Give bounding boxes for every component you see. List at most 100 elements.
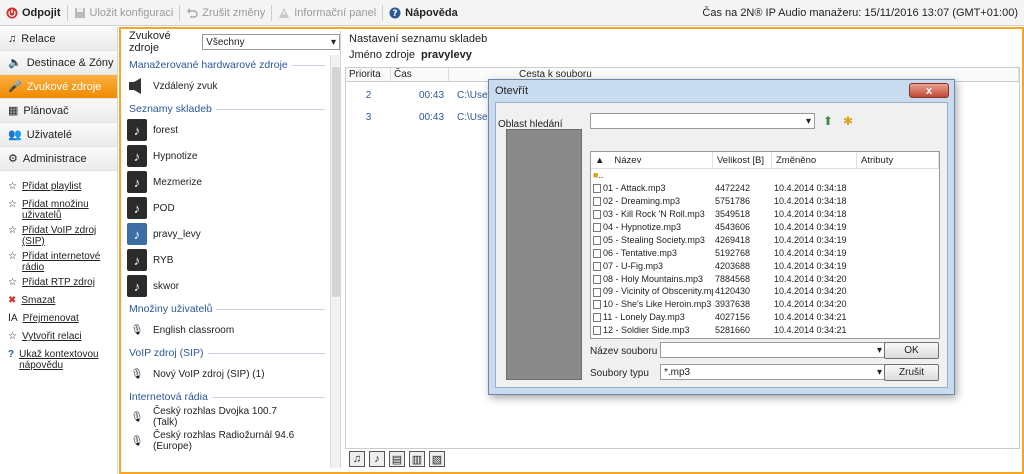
column-header[interactable]: Čas bbox=[391, 68, 449, 81]
new-folder-icon[interactable]: ✱ bbox=[843, 114, 853, 128]
file-row[interactable]: 09 - Vicinity of Obscenity.mp3 4120430 10.… bbox=[591, 285, 939, 298]
dialog-body: Oblast hledání ▾ ⬆ ✱ ▲ Název Velikost [B]… bbox=[495, 102, 948, 388]
file-row[interactable]: 01 - Attack.mp3 4472242 10.4.2014 0:34:18 bbox=[591, 182, 939, 195]
rename-link[interactable]: ⅠA Přejmenovat bbox=[0, 311, 117, 329]
look-in-select[interactable]: ▾ bbox=[590, 113, 815, 129]
file-row[interactable]: 07 - U-Fig.mp3 4203688 10.4.2014 0:34:19 bbox=[591, 259, 939, 272]
star-icon: ☆ bbox=[8, 199, 17, 210]
note-icon: ♪ bbox=[127, 119, 147, 141]
cancel-button[interactable]: Zrušit bbox=[884, 364, 939, 381]
context-help-link[interactable]: ? Ukaž kontextovou nápovědu bbox=[0, 347, 117, 373]
document-icon[interactable]: ▤ bbox=[389, 451, 405, 467]
radio-item[interactable]: 🎙 Český rozhlas Radiožurnál 94.6 (Europe) bbox=[123, 429, 331, 453]
save-config-button[interactable]: Uložit konfiguraci bbox=[68, 0, 180, 26]
file-size: 3937638 bbox=[715, 299, 751, 310]
source-name-value[interactable]: pravylevy bbox=[421, 49, 472, 61]
add-user-set-link[interactable]: ☆ Přidat množinu uživatelů bbox=[0, 197, 117, 223]
radio-item[interactable]: 🎙 Český rozhlas Dvojka 100.7 (Talk) bbox=[123, 405, 331, 429]
source-item[interactable]: Vzdálený zvuk bbox=[123, 73, 331, 99]
file-size: 3549518 bbox=[715, 209, 751, 220]
file-size: 4269418 bbox=[715, 234, 751, 245]
file-row[interactable]: 11 - Lonely Day.mp3 4027156 10.4.2014 0:34… bbox=[591, 311, 939, 324]
file-row[interactable]: 04 - Hypnotize.mp3 4543606 10.4.2014 0:34:… bbox=[591, 221, 939, 234]
warning-icon bbox=[279, 7, 290, 18]
file-name: 07 - U-Fig.mp3 bbox=[603, 260, 664, 271]
scrollbar-thumb[interactable] bbox=[332, 67, 340, 297]
voip-item[interactable]: 🎙 Nový VoIP zdroj (SIP) (1) bbox=[123, 361, 331, 387]
ok-button[interactable]: OK bbox=[884, 342, 939, 359]
file-row[interactable]: 05 - Stealing Society.mp3 4269418 10.4.201… bbox=[591, 233, 939, 246]
nav-item-scheduler[interactable]: ▦ Plánovač bbox=[0, 99, 117, 123]
add-rtp-source-link[interactable]: ☆ Přidat RTP zdroj bbox=[0, 275, 117, 293]
playlist-item-selected[interactable]: ♪ pravy_levy bbox=[123, 221, 331, 247]
playlist-item[interactable]: ♪ forest bbox=[123, 117, 331, 143]
delete-icon: ✖ bbox=[8, 295, 17, 306]
filetype-select[interactable]: *.mp3 ▾ bbox=[660, 364, 886, 380]
close-button[interactable]: x bbox=[909, 83, 949, 98]
file-size: 7884568 bbox=[715, 273, 751, 284]
document-icon[interactable]: ▥ bbox=[409, 451, 425, 467]
note-icon: ♫ bbox=[8, 32, 17, 45]
svg-text:?: ? bbox=[393, 9, 398, 19]
playlist-item[interactable]: ♪ POD bbox=[123, 195, 331, 221]
places-bar[interactable] bbox=[506, 129, 582, 380]
nav-item-users[interactable]: 👥 Uživatelé bbox=[0, 123, 117, 147]
file-name: 01 - Attack.mp3 bbox=[603, 183, 666, 194]
undo-changes-button[interactable]: Zrušit změny bbox=[180, 0, 271, 26]
add-track-icon[interactable]: ♫ bbox=[349, 451, 365, 467]
file-row[interactable]: 02 - Dreaming.mp3 5751786 10.4.2014 0:34:1… bbox=[591, 195, 939, 208]
file-row[interactable]: 10 - She's Like Heroin.mp3 3937638 10.4.20… bbox=[591, 298, 939, 311]
voip-label: Nový VoIP zdroj (SIP) (1) bbox=[153, 368, 265, 380]
action-label: Přidat internetové rádio bbox=[21, 251, 101, 273]
file-row[interactable]: 12 - Soldier Side.mp3 5281660 10.4.2014 0:… bbox=[591, 324, 939, 337]
add-internet-radio-link[interactable]: ☆ Přidat internetové rádio bbox=[0, 249, 117, 275]
info-panel-button[interactable]: Informační panel bbox=[272, 0, 382, 26]
action-label: Smazat bbox=[21, 295, 56, 306]
nav-item-sessions[interactable]: ♫ Relace bbox=[0, 27, 117, 51]
category-divider bbox=[207, 352, 325, 354]
create-session-link[interactable]: ☆ Vytvořit relaci bbox=[0, 329, 117, 347]
file-icon bbox=[593, 223, 601, 233]
sources-filter-select[interactable]: Všechny ▾ bbox=[202, 34, 340, 50]
nav-item-audio-sources[interactable]: 🎤 Zvukové zdroje bbox=[0, 75, 117, 99]
microphone-icon: 🎙 bbox=[130, 435, 144, 447]
sources-list: Manažerované hardwarové zdroje Vzdálený … bbox=[123, 55, 331, 468]
file-name-cell: 10 - She's Like Heroin.mp3 bbox=[591, 299, 713, 310]
user-set-item[interactable]: 🎙 English classroom bbox=[123, 317, 331, 343]
calendar-icon: ▦ bbox=[8, 105, 19, 117]
add-voip-source-link[interactable]: ☆ Přidat VoIP zdroj (SIP) bbox=[0, 223, 117, 249]
nav-item-administration[interactable]: ⚙ Administrace bbox=[0, 147, 117, 171]
file-row[interactable]: 06 - Tentative.mp3 5192768 10.4.2014 0:34:… bbox=[591, 246, 939, 259]
file-row[interactable]: 03 - Kill Rock 'N Roll.mp3 3549518 10.4.20… bbox=[591, 208, 939, 221]
column-header[interactable]: ▲ Název bbox=[591, 152, 713, 168]
nav-item-label: Uživatelé bbox=[26, 128, 72, 141]
sources-scrollbar[interactable] bbox=[330, 55, 340, 468]
file-name: 10 - She's Like Heroin.mp3 bbox=[603, 299, 712, 310]
column-header[interactable]: Změněno bbox=[772, 152, 857, 168]
filename-input[interactable]: ▾ bbox=[660, 342, 886, 358]
file-modified: 10.4.2014 0:34:20 bbox=[774, 273, 847, 284]
column-header[interactable]: Priorita bbox=[346, 68, 391, 81]
playlist-item[interactable]: ♪ RYB bbox=[123, 247, 331, 273]
help-button[interactable]: ? Nápověda bbox=[383, 0, 464, 26]
priority-cell: 3 bbox=[365, 111, 372, 123]
nav-item-destinations[interactable]: 🔈 Destinace & Zóny bbox=[0, 51, 117, 75]
column-header[interactable]: Velikost [B] bbox=[713, 152, 772, 168]
add-playlist-link[interactable]: ☆ Přidat playlist bbox=[0, 179, 117, 197]
file-size: 5192768 bbox=[715, 247, 751, 258]
playlist-item[interactable]: ♪ Hypnotize bbox=[123, 143, 331, 169]
mic-icon: 🎤 bbox=[8, 81, 22, 93]
edit-track-icon[interactable]: ♪ bbox=[369, 451, 385, 467]
playlist-item[interactable]: ♪ skwor bbox=[123, 273, 331, 299]
parent-folder-row[interactable]: ■.. bbox=[591, 169, 939, 182]
delete-link[interactable]: ✖ Smazat bbox=[0, 293, 117, 311]
open-file-dialog: Otevřít x Oblast hledání ▾ ⬆ ✱ ▲ Název Ve… bbox=[488, 79, 955, 395]
playlist-label: skwor bbox=[153, 280, 180, 292]
folder-up-icon[interactable]: ⬆ bbox=[823, 114, 833, 128]
column-header[interactable]: Atributy bbox=[857, 152, 939, 168]
disconnect-button[interactable]: Odpojit bbox=[0, 0, 67, 26]
playlist-item[interactable]: ♪ Mezmerize bbox=[123, 169, 331, 195]
sources-label: Zvukové zdroje bbox=[129, 30, 171, 54]
file-row[interactable]: 08 - Holy Mountains.mp3 7884568 10.4.2014 … bbox=[591, 272, 939, 285]
image-icon[interactable]: ▧ bbox=[429, 451, 445, 467]
